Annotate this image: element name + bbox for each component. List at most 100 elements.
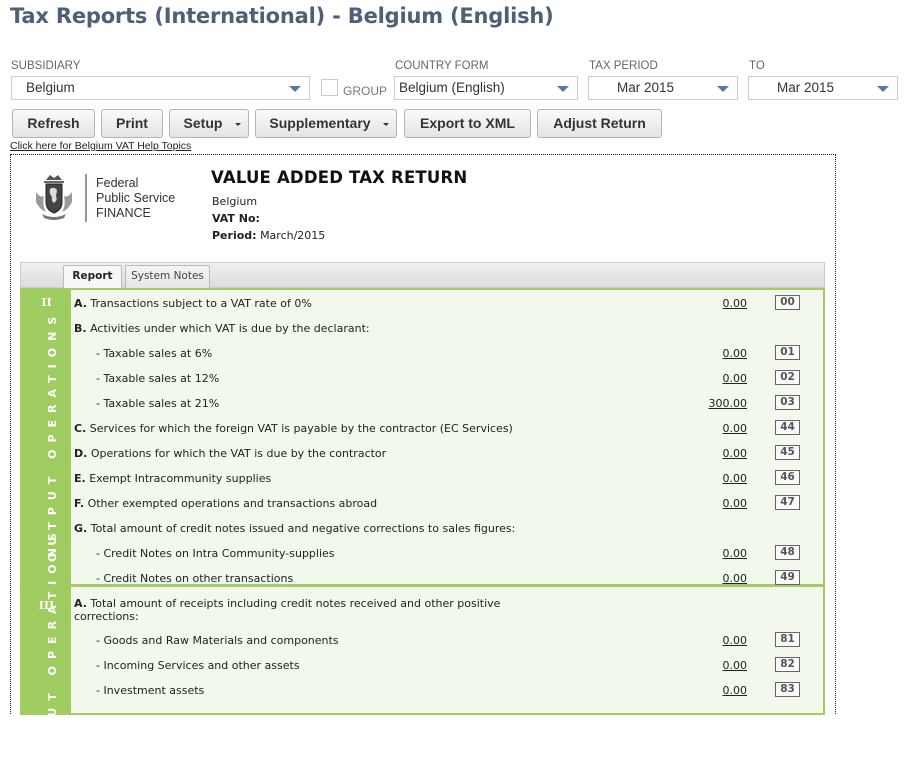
logo-line: FINANCE [96, 206, 151, 220]
row-letter: A. [74, 597, 87, 610]
row-amount-link[interactable]: 0.00 [723, 659, 748, 672]
row-text: Activities under which VAT is due by the… [90, 322, 370, 335]
country-form-value: Belgium (English) [399, 80, 505, 95]
page-title: Tax Reports (International) - Belgium (E… [10, 4, 554, 28]
row-amount-link[interactable]: 0.00 [723, 472, 748, 485]
row-text: - Incoming Services and other assets [96, 659, 300, 672]
refresh-button[interactable]: Refresh [12, 109, 95, 138]
report-row: E. Exempt Intracommunity supplies 0.00 46 [74, 470, 823, 490]
report-row: F. Other exempted operations and transac… [74, 495, 823, 515]
row-box-code: 46 [775, 470, 800, 485]
row-amount-link[interactable]: 0.00 [723, 372, 748, 385]
row-amount-link[interactable]: 0.00 [723, 347, 748, 360]
supplementary-label: Supplementary [269, 115, 371, 131]
report-title: VALUE ADDED TAX RETURN [211, 168, 468, 187]
row-label: D. Operations for which the VAT is due b… [74, 447, 386, 460]
period-value: March/2015 [260, 229, 326, 242]
row-amount-link[interactable]: 0.00 [723, 634, 748, 647]
setup-button[interactable]: Setup [169, 109, 249, 138]
report-row: G. Total amount of credit notes issued a… [74, 520, 823, 540]
adjust-return-button[interactable]: Adjust Return [537, 109, 662, 138]
row-letter: F. [74, 497, 85, 510]
group-checkbox[interactable] [321, 79, 338, 96]
row-text: - Taxable sales at 12% [96, 372, 220, 385]
row-label: - Incoming Services and other assets [96, 659, 300, 672]
row-letter: C. [74, 422, 87, 435]
row-amount-link[interactable]: 0.00 [723, 572, 748, 585]
report-row: - Incoming Services and other assets 0.00… [74, 657, 823, 677]
row-label: - Taxable sales at 6% [96, 347, 212, 360]
row-amount-link[interactable]: 0.00 [723, 497, 748, 510]
section-output-operations: II OUTPUT OPERATIONS A. Transactions sub… [20, 288, 825, 586]
help-topics-link[interactable]: Click here for Belgium VAT Help Topics [10, 140, 191, 152]
tab-report[interactable]: Report [63, 265, 122, 288]
tax-period-select[interactable]: Mar 2015 [588, 76, 738, 100]
row-letter: B. [74, 322, 87, 335]
row-box-code: 03 [775, 395, 800, 410]
to-period-select[interactable]: Mar 2015 [748, 76, 898, 100]
export-xml-button[interactable]: Export to XML [404, 109, 531, 138]
row-box-code: 47 [775, 495, 800, 510]
row-box-code: 00 [775, 295, 800, 310]
row-letter: D. [74, 447, 88, 460]
report-row: A. Total amount of receipts including cr… [74, 595, 823, 625]
row-label: G. Total amount of credit notes issued a… [74, 522, 515, 535]
report-row: A. Transactions subject to a VAT rate of… [74, 295, 823, 315]
setup-label: Setup [183, 115, 223, 131]
row-box-code: 49 [775, 570, 800, 585]
row-amount-link[interactable]: 0.00 [723, 447, 748, 460]
to-label: TO [749, 60, 765, 72]
dropdown-arrow-icon [877, 86, 889, 92]
row-box-code: 48 [775, 545, 800, 560]
subsidiary-select[interactable]: Belgium [11, 76, 310, 100]
section-side-label: OUTPUT OPERATIONS [46, 309, 59, 562]
report-country: Belgium [212, 195, 258, 208]
row-box-code: 01 [775, 345, 800, 360]
report-row: C. Services for which the foreign VAT is… [74, 420, 823, 440]
row-box-code: 02 [775, 370, 800, 385]
period-label: Period: [212, 229, 257, 242]
subsidiary-label: SUBSIDIARY [11, 60, 81, 72]
tab-system-notes[interactable]: System Notes [125, 265, 210, 288]
tax-period-label: TAX PERIOD [589, 60, 658, 72]
logo-line: Federal [96, 176, 139, 190]
vat-no-line: VAT No: [212, 212, 260, 225]
row-amount-link[interactable]: 0.00 [723, 547, 748, 560]
row-label: A. Total amount of receipts including cr… [74, 597, 544, 623]
vat-no-label: VAT No: [212, 212, 260, 225]
group-label: GROUP [343, 84, 388, 98]
to-period-value: Mar 2015 [777, 80, 835, 95]
report-tabbar: Report System Notes [20, 262, 825, 288]
report-row: B. Activities under which VAT is due by … [74, 320, 823, 340]
row-label: A. Transactions subject to a VAT rate of… [74, 297, 312, 310]
row-text: Other exempted operations and transactio… [87, 497, 378, 510]
print-button[interactable]: Print [101, 109, 163, 138]
report-row: - Taxable sales at 12% 0.00 02 [74, 370, 823, 390]
row-box-code: 83 [775, 682, 800, 697]
row-text: - Goods and Raw Materials and components [96, 634, 339, 647]
row-box-code: 82 [775, 657, 800, 672]
row-amount-link[interactable]: 300.00 [709, 397, 748, 410]
row-text: Transactions subject to a VAT rate of 0% [90, 297, 312, 310]
report-row: - Credit Notes on Intra Community-suppli… [74, 545, 823, 565]
row-letter: G. [74, 522, 88, 535]
row-letter: A. [74, 297, 87, 310]
row-amount-link[interactable]: 0.00 [723, 297, 748, 310]
row-text: Operations for which the VAT is due by t… [90, 447, 387, 460]
country-form-select[interactable]: Belgium (English) [394, 76, 578, 100]
row-text: - Credit Notes on other transactions [96, 572, 294, 585]
report-row: - Goods and Raw Materials and components… [74, 632, 823, 652]
logo-divider [85, 174, 87, 222]
row-box-code: 44 [775, 420, 800, 435]
report-row: - Taxable sales at 6% 0.00 01 [74, 345, 823, 365]
section-side-label: INPUT OPERATIONS [46, 526, 59, 759]
country-form-label: COUNTRY FORM [395, 60, 489, 72]
dropdown-arrow-icon [235, 123, 241, 126]
row-amount-link[interactable]: 0.00 [723, 422, 748, 435]
tax-period-value: Mar 2015 [617, 80, 675, 95]
logo-text: Federal Public Service FINANCE [96, 176, 175, 221]
supplementary-button[interactable]: Supplementary [255, 109, 397, 138]
row-label: E. Exempt Intracommunity supplies [74, 472, 271, 485]
row-amount-link[interactable]: 0.00 [723, 684, 748, 697]
row-text: Total amount of receipts including credi… [74, 597, 501, 623]
